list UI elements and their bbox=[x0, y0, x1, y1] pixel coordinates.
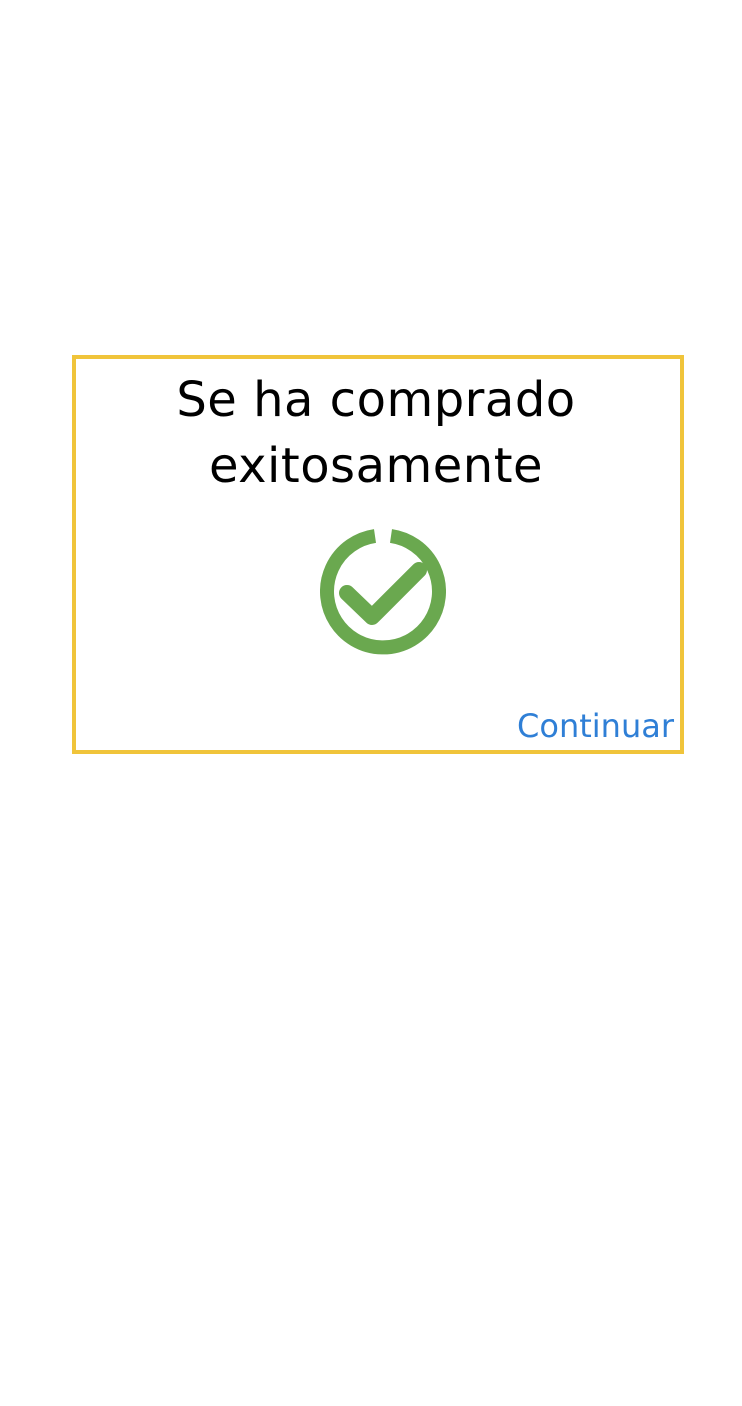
continue-button[interactable]: Continuar bbox=[517, 706, 674, 746]
dialog-title-line-1: Se ha comprado bbox=[176, 372, 576, 428]
dialog-title: Se ha comprado exitosamente bbox=[76, 367, 676, 499]
screen: { "dialog": { "title_line1": "Se ha comp… bbox=[0, 0, 742, 1406]
purchase-success-dialog: Se ha comprado exitosamente Continuar bbox=[72, 355, 684, 754]
dialog-title-line-2: exitosamente bbox=[208, 438, 544, 494]
check-circle-icon bbox=[320, 529, 446, 655]
